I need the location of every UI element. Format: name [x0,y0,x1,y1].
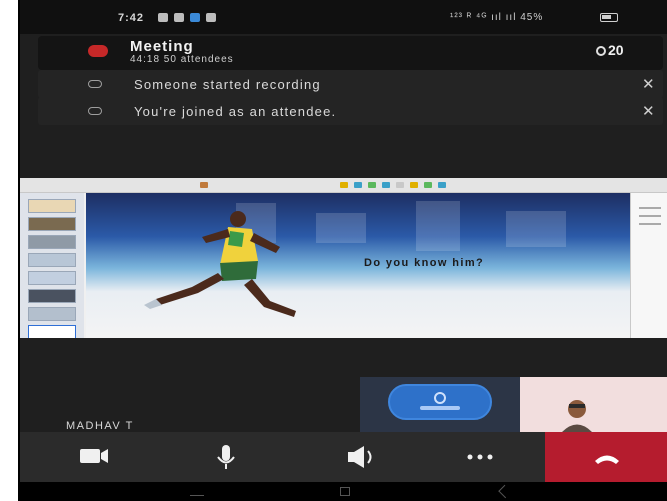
avatar-label-bar [420,406,460,410]
call-controls [20,432,667,482]
close-icon[interactable]: ✕ [642,102,655,120]
shared-screen[interactable]: Do you know him? [20,178,667,338]
toolbar-icon [424,182,432,188]
message-icon [174,13,184,22]
attendee-notice-text: You're joined as an attendee. [134,104,337,119]
info-icon [88,107,102,115]
camera-button[interactable] [68,432,148,482]
participants-button[interactable]: 20 [592,38,636,64]
slide-text: Do you know him? [364,257,485,269]
slide-thumbnail[interactable] [28,325,76,338]
presentation-toolbar [20,178,667,193]
status-bar: 7:42 ¹²³ ᴿ ⁴ᴳ ııl ııl 45% [20,0,667,34]
info-icon [88,80,102,88]
recording-notice: Someone started recording ✕ [38,70,663,98]
home-icon[interactable] [340,487,350,496]
remote-video-tile[interactable] [520,377,667,432]
recording-indicator-icon [88,45,108,57]
toolbar-icon [382,182,390,188]
slide-thumbnail[interactable] [28,271,76,285]
system-navigation-bar [20,482,667,501]
toolbar-icon [368,182,376,188]
slide-thumbnail[interactable] [28,217,76,231]
format-line [639,215,661,217]
more-options-button[interactable] [440,432,520,482]
remote-participant-video [562,400,592,432]
toolbar-icon [410,182,418,188]
hang-up-icon [595,455,619,464]
toolbar-icon [396,182,404,188]
format-pane [630,193,667,338]
slide-thumbnail[interactable] [28,235,76,249]
runner-image [144,211,296,317]
notification-icon [158,13,168,22]
format-line [639,207,661,209]
people-icon [596,46,606,56]
app-icon [190,13,200,22]
teams-call-screen: 7:42 ¹²³ ᴿ ⁴ᴳ ııl ııl 45% Meeting 44:18 … [18,0,667,501]
meeting-subtitle: 44:18 50 attendees [130,54,234,65]
toolbar-icon [438,182,446,188]
slide-decoration [416,201,460,251]
toolbar-icon [200,182,208,188]
battery-icon [600,13,618,22]
status-time: 7:42 [118,12,145,24]
screenshot-frame: 7:42 ¹²³ ᴿ ⁴ᴳ ııl ııl 45% Meeting 44:18 … [0,0,667,501]
slide-thumbnail[interactable] [28,199,76,213]
current-slide: Do you know him? [86,193,630,338]
recording-notice-text: Someone started recording [134,77,321,92]
slide-thumbnails [20,193,84,338]
app-icon-2 [206,13,216,22]
self-avatar[interactable] [388,384,492,420]
speaker-button[interactable] [310,432,400,482]
person-icon [434,392,446,404]
speaker-icon [348,446,372,468]
signal-status: ¹²³ ᴿ ⁴ᴳ ııl ııl 45% [450,12,544,23]
toolbar-icon [340,182,348,188]
slide-decoration [506,211,566,247]
slide-thumbnail[interactable] [28,289,76,303]
leave-call-button[interactable] [545,432,667,482]
format-line [639,223,661,225]
recents-icon[interactable] [190,487,204,496]
slide-decoration [316,213,366,243]
camera-icon [80,449,108,463]
attendee-notice: You're joined as an attendee. ✕ [38,97,663,125]
more-icon [467,454,493,460]
mic-button[interactable] [190,432,260,482]
meeting-title: Meeting [130,38,194,55]
close-icon[interactable]: ✕ [642,75,655,93]
slide-thumbnail[interactable] [28,307,76,321]
microphone-icon [217,445,235,469]
speaker-name: MADHAV T [66,420,134,432]
toolbar-icon [354,182,362,188]
slide-thumbnail[interactable] [28,253,76,267]
back-icon[interactable] [498,484,512,499]
participant-count: 20 [608,42,624,58]
